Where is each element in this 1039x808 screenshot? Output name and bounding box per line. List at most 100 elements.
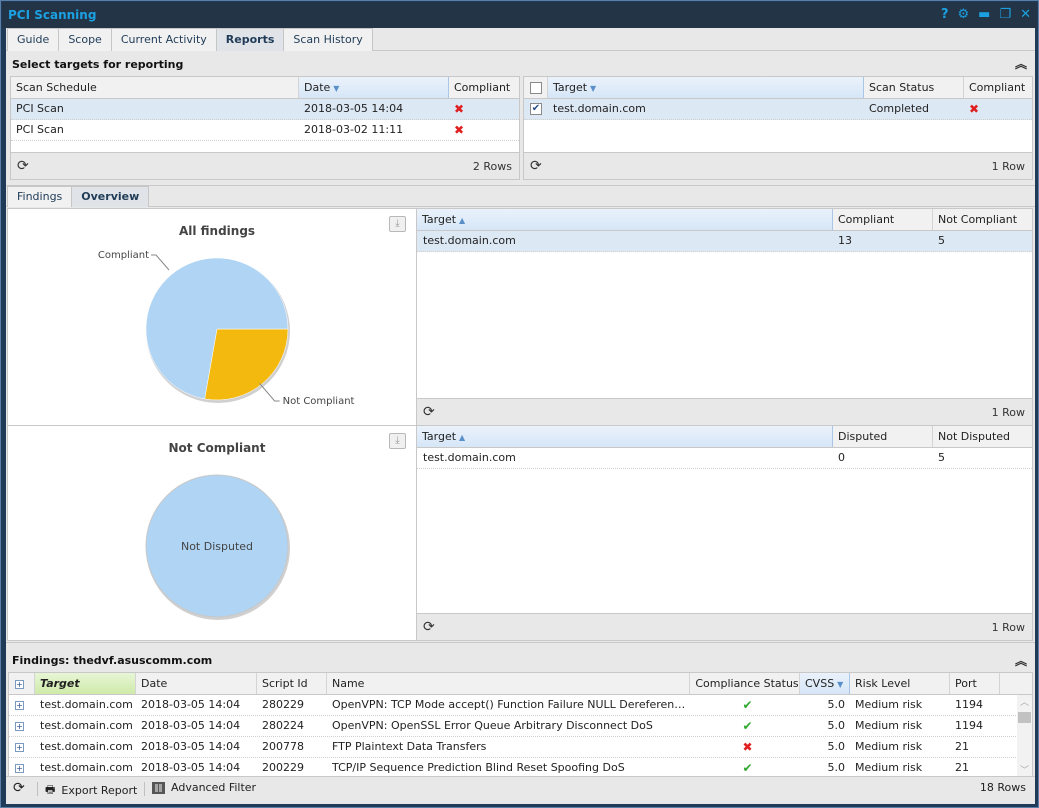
col-compliant[interactable]: Compliant (449, 77, 519, 98)
cell-script-id: 280229 (262, 698, 304, 711)
compliant-check-icon: ✔ (742, 719, 753, 733)
slice-label: Compliant (98, 250, 149, 261)
table-row[interactable]: + test.domain.com 2018-03-05 14:04 280229 Op… (9, 695, 1032, 716)
tab-findings[interactable]: Findings (7, 186, 73, 207)
cell-cvss: 5.0 (827, 740, 846, 753)
table-row[interactable]: PCI Scan 2018-03-05 14:04 ✖ (11, 99, 519, 120)
tab-overview[interactable]: Overview (71, 186, 150, 207)
table-row[interactable]: test.domain.com 13 5 (417, 231, 1032, 252)
vertical-scrollbar[interactable]: ︿ ﹀ (1017, 695, 1032, 778)
select-all-checkbox[interactable] (524, 77, 548, 98)
close-icon[interactable]: ✕ (1020, 2, 1031, 28)
expand-row-icon[interactable]: + (15, 701, 24, 710)
minimize-icon[interactable]: ▬ (978, 2, 990, 28)
expand-all-icon[interactable]: + (9, 673, 35, 694)
col-not-compliant[interactable]: Not Compliant (933, 209, 1032, 230)
all-findings-chart: ⤓ All findings Not Compliant Compliant (7, 208, 417, 426)
col-name[interactable]: Name (327, 673, 690, 694)
col-disputed[interactable]: Disputed (833, 426, 933, 447)
all-findings-pie: All findings Not Compliant Compliant (98, 224, 355, 407)
cell-schedule: PCI Scan (16, 123, 64, 136)
col-not-disputed[interactable]: Not Disputed (933, 426, 1032, 447)
tab-scope[interactable]: Scope (58, 28, 112, 51)
tab-current-activity[interactable]: Current Activity (110, 28, 217, 51)
col-script-id[interactable]: Script Id (257, 673, 327, 694)
tab-reports[interactable]: Reports (215, 28, 285, 51)
scroll-down-icon[interactable]: ﹀ (1017, 763, 1032, 776)
refresh-icon[interactable]: ⟳ (423, 619, 435, 635)
findings-title: Findings: thedvf.asuscomm.com (12, 654, 213, 667)
row-checkbox[interactable]: ✔ (530, 103, 542, 115)
sub-tabs: Findings Overview (6, 185, 1035, 207)
cell-compliance: ✔ (690, 716, 800, 736)
scroll-up-icon[interactable]: ︿ (1017, 695, 1032, 709)
col-target[interactable]: Target ▼ (548, 77, 864, 98)
col-scan-status[interactable]: Scan Status (864, 77, 964, 98)
table-row[interactable]: PCI Scan 2018-03-02 11:11 ✖ (11, 120, 519, 141)
col-cvss[interactable]: CVSS ▼ (800, 673, 850, 694)
filter-sliders-icon: ‖‖ (152, 781, 165, 794)
scroll-thumb[interactable] (1018, 712, 1031, 723)
cell-target: test.domain.com (423, 451, 516, 464)
table-row[interactable]: ✔ test.domain.com Completed ✖ (524, 99, 1032, 120)
cell-disputed: 0 (838, 451, 845, 464)
cell-risk: Medium risk (855, 698, 923, 711)
expand-row-icon[interactable]: + (15, 722, 24, 731)
col-date[interactable]: Date (136, 673, 257, 694)
collapse-icon[interactable]: ︽ (1015, 55, 1027, 72)
refresh-icon[interactable]: ⟳ (17, 158, 29, 174)
cell-compliance: ✔ (690, 695, 800, 715)
table-row[interactable]: + test.domain.com 2018-03-05 14:04 280224 Op… (9, 716, 1032, 737)
col-compliant[interactable]: Compliant (833, 209, 933, 230)
cell-status: Completed (869, 102, 929, 115)
findings-grid: + Target Date Script Id Name Compliance … (8, 672, 1033, 779)
col-risk-level[interactable]: Risk Level (850, 673, 950, 694)
refresh-icon[interactable]: ⟳ (423, 404, 435, 420)
refresh-icon[interactable]: ⟳ (13, 780, 25, 796)
restore-icon[interactable]: ❐ (999, 2, 1011, 28)
title-bar: PCI Scanning ? ⚙ ▬ ❐ ✕ (2, 2, 1037, 28)
cell-risk: Medium risk (855, 740, 923, 753)
content-area: Guide Scope Current Activity Reports Sca… (6, 28, 1035, 804)
table-row[interactable]: + test.domain.com 2018-03-05 14:04 200778 FT… (9, 737, 1032, 758)
col-date[interactable]: Date ▼ (299, 77, 449, 98)
cell-compliant: 13 (838, 234, 852, 247)
pie-slice-not-compliant[interactable] (204, 328, 289, 401)
app-window: PCI Scanning ? ⚙ ▬ ❐ ✕ Guide Scope Curre… (0, 0, 1039, 808)
schedule-grid: Scan Schedule Date ▼ Compliant PCI Scan 2… (10, 76, 520, 180)
expand-row-icon[interactable]: + (15, 764, 24, 773)
chart-title: Not Compliant (169, 441, 266, 455)
col-scan-schedule[interactable]: Scan Schedule (11, 77, 299, 98)
grid-footer: ⟳ 1 Row (417, 398, 1032, 425)
gear-icon[interactable]: ⚙ (957, 2, 969, 28)
download-icon[interactable]: ⤓ (389, 216, 406, 232)
tab-scan-history[interactable]: Scan History (283, 28, 373, 51)
tab-guide[interactable]: Guide (7, 28, 60, 51)
cell-port: 21 (955, 761, 969, 774)
cell-script-id: 280224 (262, 719, 304, 732)
cell-compliance: ✖ (690, 737, 800, 757)
table-row[interactable]: test.domain.com 0 5 (417, 448, 1032, 469)
help-icon[interactable]: ? (941, 2, 949, 28)
col-target[interactable]: Target (35, 673, 136, 694)
export-report-button[interactable]: 🖶 Export Report (45, 781, 137, 800)
col-target[interactable]: Target ▲ (417, 426, 833, 447)
col-target[interactable]: Target ▲ (417, 209, 833, 230)
not-compliant-icon: ✖ (969, 102, 980, 116)
cell-not-disputed: 5 (938, 451, 945, 464)
cell-date: 2018-03-05 14:04 (304, 102, 404, 115)
collapse-icon[interactable]: ︽ (1015, 652, 1027, 669)
cell-target: test.domain.com (40, 740, 133, 753)
expand-cell: + (9, 695, 35, 715)
advanced-filter-button[interactable]: ‖‖ Advanced Filter (152, 781, 256, 794)
refresh-icon[interactable]: ⟳ (530, 158, 542, 174)
expand-cell: + (9, 716, 35, 736)
cell-date: 2018-03-05 14:04 (141, 719, 241, 732)
col-compliant[interactable]: Compliant (964, 77, 1032, 98)
col-compliance-status[interactable]: Compliance Status (690, 673, 800, 694)
grid-footer: ⟳ 1 Row (524, 152, 1032, 179)
compliant-check-icon: ✔ (742, 761, 753, 775)
expand-row-icon[interactable]: + (15, 743, 24, 752)
download-icon[interactable]: ⤓ (389, 433, 406, 449)
col-port[interactable]: Port (950, 673, 1000, 694)
